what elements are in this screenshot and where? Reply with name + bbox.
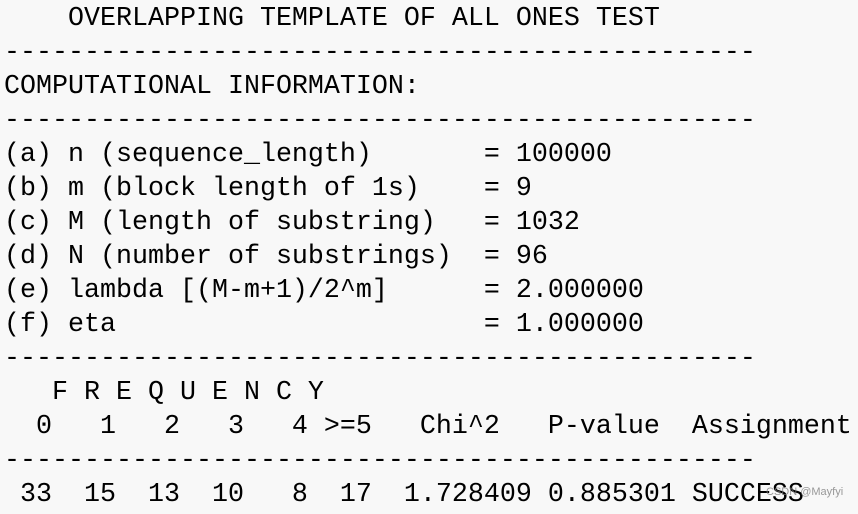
param-row: (b) m (block length of 1s) = 9 (4, 172, 852, 206)
test-output-console: OVERLAPPING TEMPLATE OF ALL ONES TEST ---… (4, 2, 852, 512)
param-label: (d) N (number of substrings) (4, 242, 484, 272)
param-label: (a) n (sequence_length) (4, 140, 484, 170)
param-row: (c) M (length of substring) = 1032 (4, 206, 852, 240)
param-row: (d) N (number of substrings) = 96 (4, 240, 852, 274)
watermark: CSDN @Mayfyi (766, 486, 844, 498)
frequency-heading: F R E Q U E N C Y (4, 378, 324, 408)
param-row: (e) lambda [(M-m+1)/2^m] = 2.000000 (4, 274, 852, 308)
param-value: = 2.000000 (483, 276, 644, 306)
separator-line: ----------------------------------------… (4, 446, 756, 476)
param-value: = 9 (483, 174, 532, 204)
param-value: = 1032 (483, 208, 580, 238)
param-label: (c) M (length of substring) (4, 208, 484, 238)
param-value: = 100000 (483, 140, 612, 170)
param-row: (a) n (sequence_length) = 100000 (4, 138, 852, 172)
separator-line: ----------------------------------------… (4, 38, 756, 68)
param-label: (e) lambda [(M-m+1)/2^m] (4, 276, 484, 306)
test-title: OVERLAPPING TEMPLATE OF ALL ONES TEST (4, 4, 660, 34)
table-header: 0 1 2 3 4 >=5 Chi^2 P-value Assignment (4, 412, 852, 442)
param-label: (b) m (block length of 1s) (4, 174, 484, 204)
result-row: 33 15 13 10 8 17 1.728409 0.885301 SUCCE… (4, 480, 804, 510)
separator-line: ----------------------------------------… (4, 344, 756, 374)
param-label: (f) eta (4, 310, 484, 340)
separator-line: ----------------------------------------… (4, 106, 756, 136)
param-row: (f) eta = 1.000000 (4, 308, 852, 342)
param-value: = 96 (483, 242, 548, 272)
section-heading: COMPUTATIONAL INFORMATION: (4, 72, 420, 102)
param-value: = 1.000000 (483, 310, 644, 340)
